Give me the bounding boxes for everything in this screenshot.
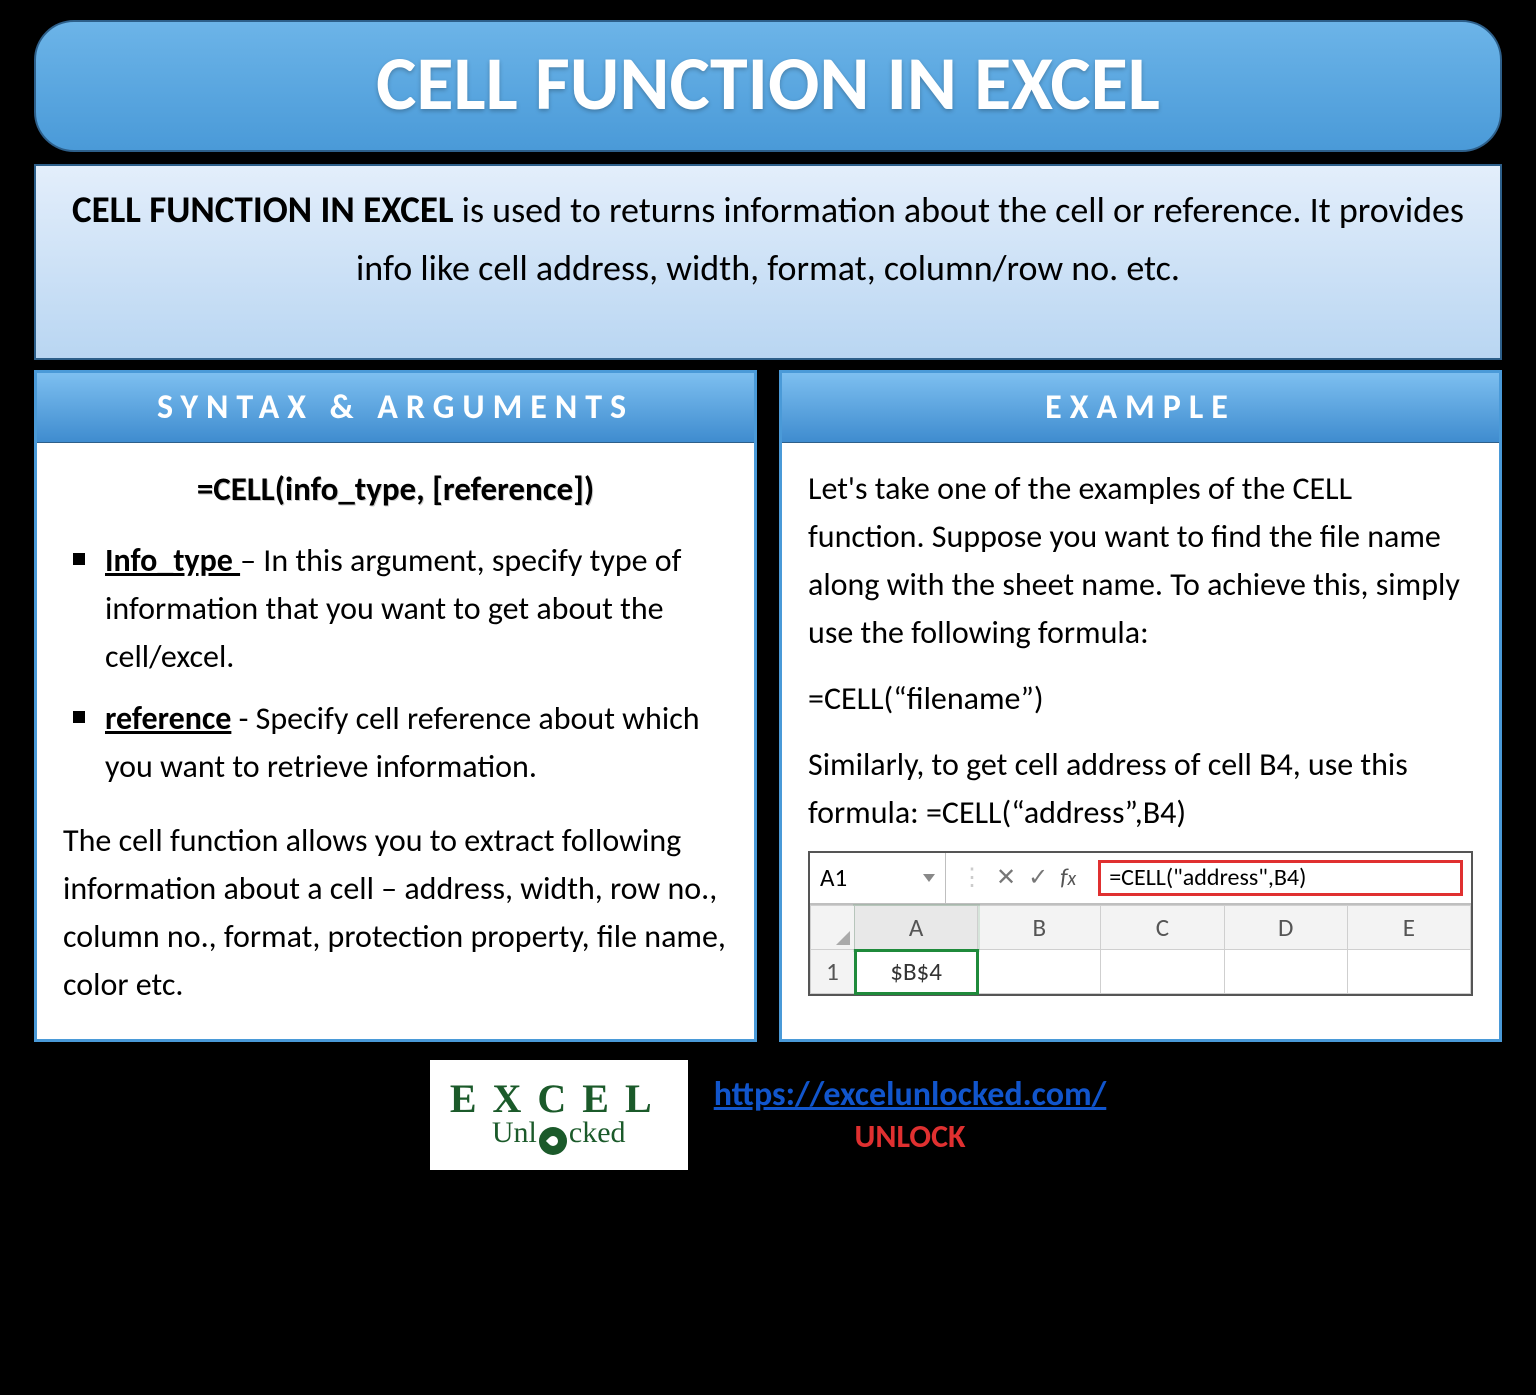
cell[interactable] bbox=[978, 950, 1101, 994]
formula-bar[interactable]: =CELL("address",B4) bbox=[1090, 857, 1471, 899]
select-all-corner[interactable] bbox=[811, 906, 855, 950]
logo-bot-pre: Unl bbox=[492, 1116, 537, 1149]
name-box[interactable]: A1 bbox=[810, 853, 946, 903]
footer: EXCEL Unlcked https://excelunlocked.com/… bbox=[20, 1060, 1516, 1170]
row-header[interactable]: 1 bbox=[811, 950, 855, 994]
cell[interactable] bbox=[1101, 950, 1224, 994]
column-header[interactable]: B bbox=[978, 906, 1101, 950]
separator-icon: ⋮ bbox=[960, 860, 984, 896]
formula-bar-value: =CELL("address",B4) bbox=[1109, 860, 1306, 896]
syntax-panel: SYNTAX & ARGUMENTS =CELL(info_type, [ref… bbox=[34, 370, 757, 1042]
argument-list: Info_type – In this argument, specify ty… bbox=[69, 537, 728, 791]
excel-screenshot: A1 ⋮ ✕ ✓ fx =CELL("address",B4) bbox=[808, 851, 1473, 996]
syntax-header: SYNTAX & ARGUMENTS bbox=[37, 373, 754, 443]
column-header[interactable]: A bbox=[855, 906, 978, 950]
columns: SYNTAX & ARGUMENTS =CELL(info_type, [ref… bbox=[34, 370, 1502, 1042]
argument-name: Info_type bbox=[105, 541, 240, 580]
formula-bar-tools: ⋮ ✕ ✓ fx bbox=[946, 853, 1090, 903]
example-intro-2: Similarly, to get cell address of cell B… bbox=[808, 741, 1473, 837]
formula-bar-highlight: =CELL("address",B4) bbox=[1098, 860, 1463, 896]
cell[interactable] bbox=[1224, 950, 1347, 994]
example-formula-1: =CELL(“filename”) bbox=[808, 675, 1473, 723]
syntax-note: The cell function allows you to extract … bbox=[63, 817, 728, 1009]
logo-top-text: EXCEL bbox=[450, 1075, 668, 1122]
logo-bottom-text: Unlcked bbox=[492, 1116, 626, 1155]
footer-link[interactable]: https://excelunlocked.com/ bbox=[714, 1074, 1107, 1115]
enter-icon[interactable]: ✓ bbox=[1028, 860, 1048, 896]
excel-unlocked-logo: EXCEL Unlcked bbox=[430, 1060, 688, 1170]
column-header[interactable]: E bbox=[1347, 906, 1470, 950]
example-header: EXAMPLE bbox=[782, 373, 1499, 443]
footer-text: https://excelunlocked.com/ UNLOCK bbox=[714, 1074, 1107, 1156]
page-title: CELL FUNCTION IN EXCEL bbox=[34, 20, 1502, 152]
description-rest: is used to returns information about the… bbox=[356, 188, 1464, 290]
keyhole-icon bbox=[539, 1127, 567, 1155]
argument-item: reference - Specify cell reference about… bbox=[69, 695, 728, 791]
description-box: CELL FUNCTION IN EXCEL is used to return… bbox=[34, 164, 1502, 360]
argument-name: reference bbox=[105, 699, 231, 738]
logo-bot-post: cked bbox=[569, 1116, 626, 1149]
fx-icon[interactable]: fx bbox=[1060, 860, 1076, 896]
column-header[interactable]: C bbox=[1101, 906, 1224, 950]
example-panel: EXAMPLE Let's take one of the examples o… bbox=[779, 370, 1502, 1042]
description-lead: CELL FUNCTION IN EXCEL bbox=[72, 187, 454, 232]
example-body: Let's take one of the examples of the CE… bbox=[782, 443, 1499, 1026]
dropdown-icon[interactable] bbox=[923, 874, 935, 882]
syntax-body: =CELL(info_type, [reference]) Info_type … bbox=[37, 443, 754, 1039]
cancel-icon[interactable]: ✕ bbox=[996, 860, 1016, 896]
example-intro: Let's take one of the examples of the CE… bbox=[808, 465, 1473, 657]
cell-a1[interactable]: $B$4 bbox=[855, 950, 978, 994]
formula-bar-row: A1 ⋮ ✕ ✓ fx =CELL("address",B4) bbox=[810, 853, 1471, 905]
footer-unlock-text: UNLOCK bbox=[714, 1117, 1107, 1156]
syntax-formula: =CELL(info_type, [reference]) bbox=[63, 465, 728, 515]
cell[interactable] bbox=[1347, 950, 1470, 994]
name-box-value: A1 bbox=[820, 859, 847, 897]
column-header[interactable]: D bbox=[1224, 906, 1347, 950]
argument-item: Info_type – In this argument, specify ty… bbox=[69, 537, 728, 681]
excel-grid: A B C D E 1 $B$4 bbox=[810, 905, 1471, 994]
